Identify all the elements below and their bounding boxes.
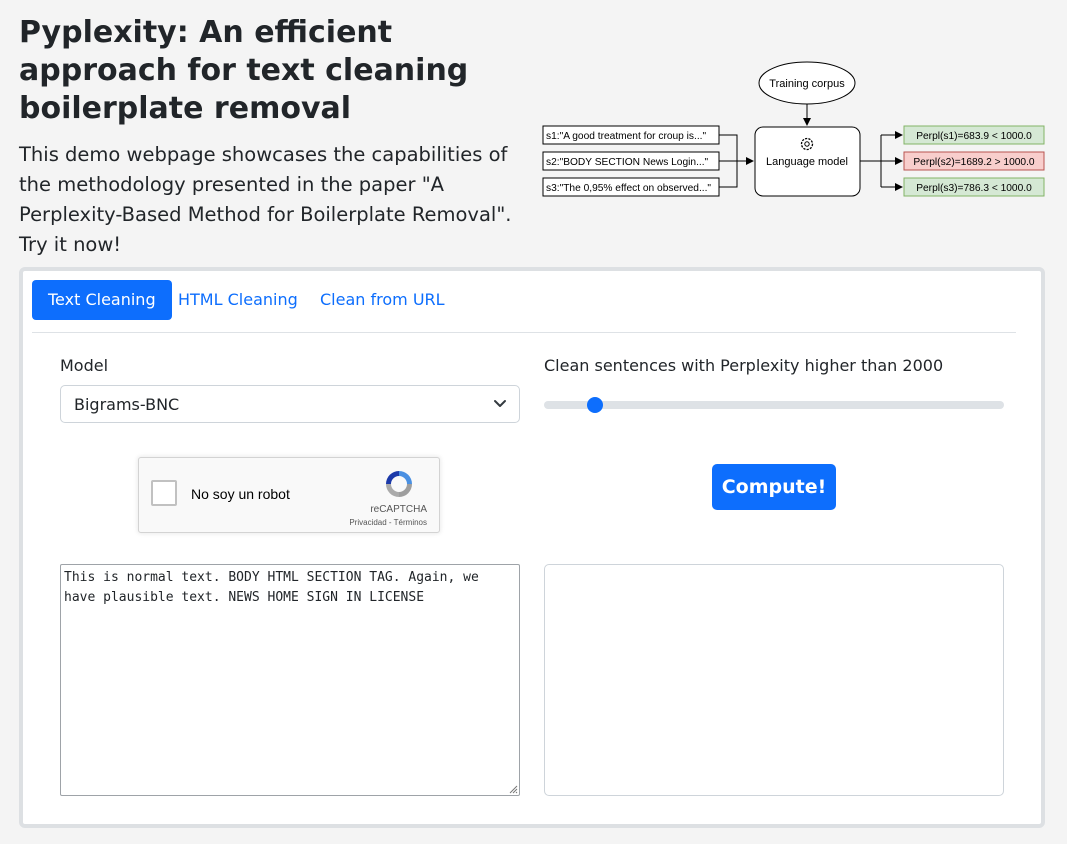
recaptcha-logo-icon: [386, 471, 412, 497]
training-corpus-label: Training corpus: [769, 78, 845, 90]
recaptcha-links[interactable]: Privacidad - Términos: [349, 518, 427, 527]
output-perplexity: Perpl(s1)=683.9 < 1000.0: [916, 131, 1032, 142]
model-select-value: Bigrams-BNC: [74, 395, 180, 414]
output-perplexity: Perpl(s2)=1689.2 > 1000.0: [913, 157, 1035, 168]
cleaning-panel: Text Cleaning HTML Cleaning Clean from U…: [19, 267, 1045, 828]
slider-track: [544, 401, 1004, 409]
tab-clean-from-url[interactable]: Clean from URL: [304, 280, 461, 320]
language-model-label: Language model: [766, 156, 848, 168]
input-sentence: s3:"The 0,95% effect on observed...": [546, 183, 711, 194]
recaptcha-label: No soy un robot: [191, 486, 290, 502]
resize-handle-icon[interactable]: [508, 784, 518, 794]
output-textarea[interactable]: [544, 564, 1004, 796]
page-description: This demo webpage showcases the capabili…: [19, 143, 512, 256]
page-title: Pyplexity: An efficient approach for tex…: [19, 15, 469, 126]
slider-thumb[interactable]: [586, 397, 603, 413]
tab-bar: Text Cleaning HTML Cleaning Clean from U…: [32, 280, 1016, 333]
perplexity-slider[interactable]: [544, 397, 1004, 413]
input-sentence: s1:"A good treatment for croup is...": [546, 131, 707, 142]
model-select[interactable]: Bigrams-BNC: [60, 385, 520, 423]
compute-button[interactable]: Compute!: [712, 464, 836, 510]
model-label: Model: [60, 356, 109, 375]
input-sentence: s2:"BODY SECTION News Login...": [546, 157, 709, 168]
input-textarea[interactable]: This is normal text. BODY HTML SECTION T…: [60, 564, 520, 796]
recaptcha-checkbox[interactable]: [151, 480, 177, 506]
tab-text-cleaning[interactable]: Text Cleaning: [32, 280, 172, 320]
tab-html-cleaning[interactable]: HTML Cleaning: [162, 280, 314, 320]
method-diagram: Training corpus Language model s1:"A goo…: [542, 61, 1045, 197]
chevron-down-icon: [494, 400, 506, 407]
threshold-label: Clean sentences with Perplexity higher t…: [544, 356, 944, 375]
recaptcha-widget: No soy un robot reCAPTCHA Privacidad - T…: [138, 457, 440, 533]
recaptcha-brand: reCAPTCHA: [370, 504, 427, 515]
output-perplexity: Perpl(s3)=786.3 < 1000.0: [916, 183, 1032, 194]
